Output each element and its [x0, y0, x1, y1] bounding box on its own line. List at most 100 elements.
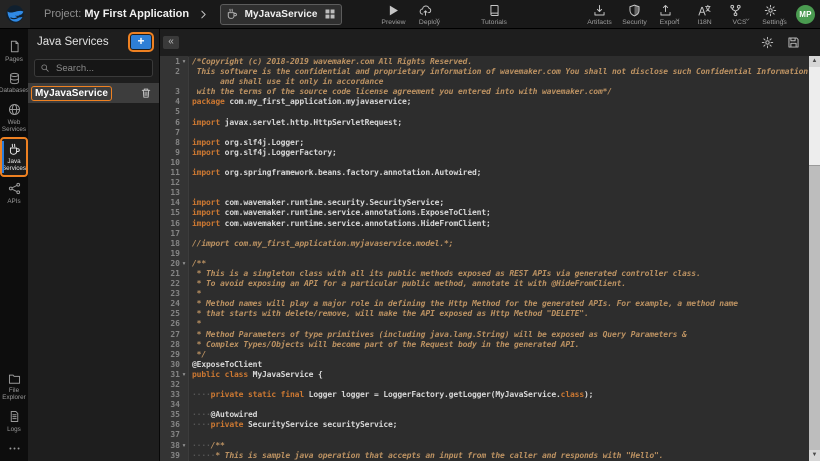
code-text[interactable]: public class MyJavaService { — [188, 370, 809, 380]
code-text[interactable]: ····/** — [188, 441, 809, 451]
code-text[interactable]: * To avoid exposing an API for a particu… — [188, 279, 809, 289]
sidebar-item-more[interactable] — [0, 437, 28, 461]
export-button[interactable]: Export — [653, 3, 686, 26]
code-text[interactable] — [188, 380, 809, 390]
code-editor[interactable]: 1▾/*Copyright (c) 2018-2019 wavemaker.co… — [160, 56, 809, 461]
code-line: 15import com.wavemaker.runtime.service.a… — [160, 208, 809, 218]
scroll-down-button[interactable]: ▼ — [809, 450, 820, 461]
code-text[interactable]: import com.wavemaker.runtime.security.Se… — [188, 198, 809, 208]
code-text[interactable]: * This is a singleton class with all its… — [188, 269, 809, 279]
code-line: 16import com.wavemaker.runtime.service.a… — [160, 219, 809, 229]
fold-marker[interactable]: ▾ — [180, 370, 188, 380]
grid-icon[interactable] — [324, 8, 336, 20]
vcs-button[interactable]: VCS — [723, 3, 756, 26]
fold-gutter — [180, 158, 188, 168]
sidebar-item-file-explorer[interactable]: File Explorer — [0, 367, 28, 406]
scroll-up-button[interactable]: ▲ — [809, 56, 820, 67]
sidebar-item-pages[interactable]: Pages — [0, 35, 28, 67]
code-text[interactable] — [188, 107, 809, 117]
code-text[interactable]: */ — [188, 350, 809, 360]
security-button[interactable]: Security — [618, 3, 651, 26]
chevron-down-icon — [433, 10, 440, 17]
code-text[interactable] — [188, 178, 809, 188]
code-text[interactable]: ····private SecurityService securityServ… — [188, 420, 809, 430]
line-number: 18 — [160, 239, 180, 249]
editor-settings-button[interactable] — [761, 36, 774, 49]
code-text[interactable]: This software is the confidential and pr… — [188, 67, 809, 77]
code-text[interactable]: * — [188, 319, 809, 329]
avatar[interactable]: MP — [796, 5, 815, 24]
sidebar-item-databases[interactable]: Databases — [0, 67, 28, 99]
collapse-panel-button[interactable]: « — [163, 36, 179, 49]
code-text[interactable] — [188, 128, 809, 138]
settings-button[interactable]: Settings — [758, 3, 791, 26]
code-text[interactable] — [188, 188, 809, 198]
fold-marker[interactable]: ▾ — [180, 57, 188, 67]
line-number: 21 — [160, 269, 180, 279]
sidebar-item-logs[interactable]: Logs — [0, 405, 28, 437]
code-text[interactable]: //import com.my_first_application.myjava… — [188, 239, 809, 249]
fold-marker[interactable]: ▾ — [180, 441, 188, 451]
code-text[interactable]: * — [188, 289, 809, 299]
delete-service-button[interactable] — [140, 87, 152, 99]
fold-gutter — [180, 188, 188, 198]
line-number: 4 — [160, 97, 180, 107]
file-tab-myjavaservice[interactable]: MyJavaService — [220, 4, 342, 25]
code-text[interactable]: @ExposeToClient — [188, 360, 809, 370]
code-text[interactable] — [188, 229, 809, 239]
fold-marker[interactable]: ▾ — [180, 259, 188, 269]
tutorials-button[interactable]: Tutorials — [474, 3, 514, 26]
action-label: Security — [622, 19, 647, 26]
code-text[interactable]: import org.slf4j.LoggerFactory; — [188, 148, 809, 158]
code-text[interactable]: with the terms of the source code licens… — [188, 87, 809, 97]
preview-button[interactable]: Preview — [377, 3, 410, 26]
code-text[interactable]: ····@Autowired — [188, 410, 809, 420]
code-text[interactable]: import com.wavemaker.runtime.service.ann… — [188, 219, 809, 229]
code-line: 3 with the terms of the source code lice… — [160, 87, 809, 97]
save-button[interactable] — [787, 36, 800, 49]
service-list-item[interactable]: MyJavaService — [28, 83, 159, 103]
deploy-button[interactable]: Deploy — [413, 3, 446, 26]
code-text[interactable]: ····private static final Logger logger =… — [188, 390, 809, 400]
code-text[interactable]: import com.wavemaker.runtime.service.ann… — [188, 208, 809, 218]
code-text[interactable]: and shall use it only in accordance — [188, 77, 809, 87]
scroll-thumb[interactable] — [809, 67, 820, 166]
tab-label: MyJavaService — [242, 9, 320, 20]
code-text[interactable]: /*Copyright (c) 2018-2019 wavemaker.com … — [188, 57, 809, 67]
fold-gutter — [180, 249, 188, 259]
code-text[interactable]: package com.my_first_application.myjavas… — [188, 97, 809, 107]
sidebar-item-web-services[interactable]: Web Services — [0, 98, 28, 137]
code-line: 10 — [160, 158, 809, 168]
code-text[interactable]: import org.springframework.beans.factory… — [188, 168, 809, 178]
code-text[interactable]: * that starts with delete/remove, will m… — [188, 309, 809, 319]
code-text[interactable] — [188, 158, 809, 168]
line-number: 34 — [160, 400, 180, 410]
java-services-panel: Java Services + MyJavaService — [28, 28, 160, 461]
wavemaker-logo[interactable] — [0, 0, 30, 28]
fold-gutter — [180, 168, 188, 178]
i18n-button[interactable]: I18N — [688, 3, 721, 26]
code-text[interactable]: import org.slf4j.Logger; — [188, 138, 809, 148]
code-text[interactable]: * Method names will play a major role in… — [188, 299, 809, 309]
search-input[interactable] — [54, 62, 147, 75]
sidebar-item-java-services[interactable]: Java Services — [0, 137, 28, 178]
editor-scrollbar[interactable]: ▲ ▼ — [809, 56, 820, 461]
fold-gutter — [180, 319, 188, 329]
code-line: and shall use it only in accordance — [160, 77, 809, 87]
code-text[interactable]: * Complex Types/Objects will become part… — [188, 340, 809, 350]
code-text[interactable] — [188, 430, 809, 440]
sidebar-item-apis[interactable]: APIs — [0, 177, 28, 209]
artifacts-button[interactable]: Artifacts — [583, 3, 616, 26]
code-text[interactable]: ·····* This is sample java operation tha… — [188, 451, 809, 461]
code-text[interactable]: /** — [188, 259, 809, 269]
code-line: 2 This software is the confidential and … — [160, 67, 809, 77]
code-text[interactable]: import javax.servlet.http.HttpServletReq… — [188, 118, 809, 128]
code-text[interactable] — [188, 249, 809, 259]
code-text[interactable]: * Method Parameters of type primitives (… — [188, 330, 809, 340]
code-text[interactable] — [188, 400, 809, 410]
add-service-button[interactable]: + — [131, 35, 151, 49]
project-label: Project: — [44, 8, 81, 20]
fold-gutter — [180, 229, 188, 239]
code-line: 17 — [160, 229, 809, 239]
code-line: 12 — [160, 178, 809, 188]
